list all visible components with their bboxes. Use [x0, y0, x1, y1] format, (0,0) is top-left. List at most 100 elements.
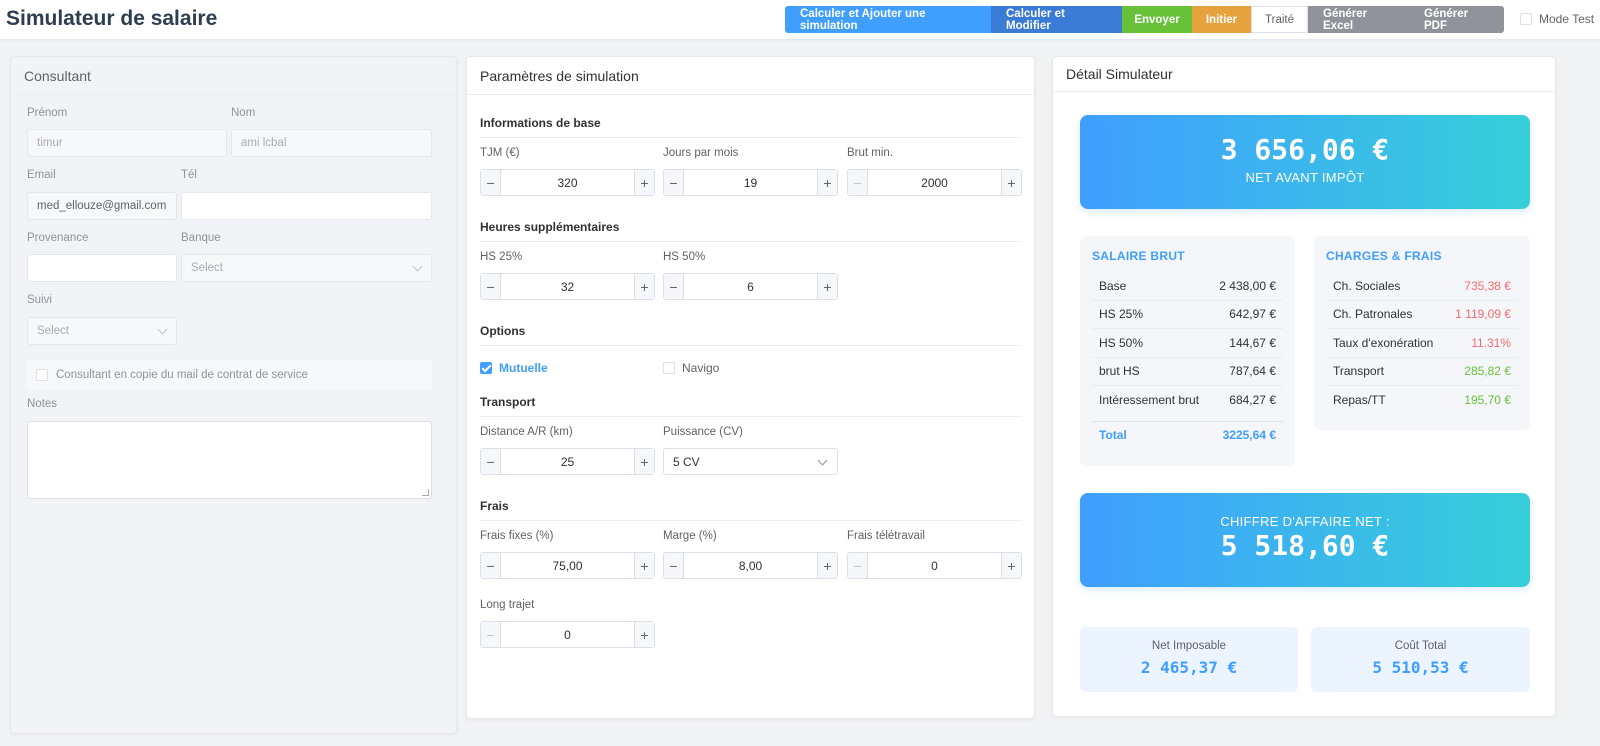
frais-teletravail-value[interactable]: 0 [868, 553, 1001, 578]
section-frais-title: Frais [480, 499, 1022, 521]
long-trajet-stepper[interactable]: −0 + [480, 621, 655, 648]
tjm-value[interactable]: 320 [501, 170, 634, 195]
brut-row: HS 25% 642,97 € [1092, 301, 1283, 329]
minus-icon[interactable]: − [481, 449, 501, 474]
tel-input[interactable] [181, 192, 432, 220]
brut-row-value: 144,67 € [1229, 335, 1276, 350]
plus-icon[interactable]: + [634, 170, 654, 195]
frais-teletravail-label: Frais télétravail [847, 530, 925, 542]
minus-icon[interactable]: − [664, 553, 684, 578]
frais-teletravail-stepper[interactable]: −0 + [847, 552, 1022, 579]
jours-label: Jours par mois [663, 147, 739, 159]
notes-textarea[interactable] [27, 421, 432, 499]
plus-icon[interactable]: + [1001, 170, 1021, 195]
charges-row-value: 1 119,09 € [1455, 307, 1511, 322]
brut-row: brut HS 787,64 € [1092, 358, 1283, 386]
consultant-copy-option[interactable]: Consultant en copie du mail de contrat d… [27, 360, 432, 390]
tjm-stepper[interactable]: −320 + [480, 169, 655, 196]
prenom-input[interactable]: timur [27, 129, 227, 157]
minus-icon[interactable]: − [481, 622, 501, 647]
plus-icon[interactable]: + [817, 274, 837, 299]
net-imposable-card: Net Imposable 2 465,37 € [1080, 627, 1298, 692]
brut-min-stepper[interactable]: −2000 + [847, 169, 1022, 196]
chevron-down-icon [157, 324, 168, 335]
marge-value[interactable]: 8,00 [684, 553, 817, 578]
calculate-modify-button[interactable]: Calculer et Modifier [991, 6, 1122, 33]
hs25-value[interactable]: 32 [501, 274, 634, 299]
puissance-value: 5 CV [673, 454, 700, 469]
navigo-checkbox[interactable] [663, 362, 675, 374]
charges-row: Repas/TT 195,70 € [1326, 386, 1518, 415]
brut-row: HS 50% 144,67 € [1092, 329, 1283, 358]
minus-icon[interactable]: − [664, 274, 684, 299]
page-title: Simulateur de salaire [6, 7, 218, 30]
generate-pdf-button[interactable]: Générer PDF [1409, 6, 1504, 33]
minus-icon[interactable]: − [664, 170, 684, 195]
minus-icon[interactable]: − [481, 170, 501, 195]
mutuelle-option[interactable]: Mutuelle [480, 361, 548, 375]
plus-icon[interactable]: + [817, 553, 837, 578]
provenance-input[interactable] [27, 254, 177, 282]
calculate-add-button[interactable]: Calculer et Ajouter une simulation [785, 6, 991, 33]
top-bar: Simulateur de salaire Calculer et Ajoute… [0, 0, 1600, 40]
puissance-select[interactable]: 5 CV [663, 448, 838, 475]
section-base-title: Informations de base [480, 116, 1022, 138]
brut-row: Intéressement brut 684,27 € [1092, 386, 1283, 415]
mutuelle-checkbox[interactable] [480, 362, 492, 374]
mode-test-checkbox[interactable] [1520, 13, 1532, 25]
plus-icon[interactable]: + [634, 553, 654, 578]
treated-button[interactable]: Traité [1251, 6, 1308, 33]
consultant-copy-checkbox[interactable] [36, 369, 48, 381]
plus-icon[interactable]: + [634, 274, 654, 299]
mode-test-label: Mode Test [1539, 12, 1595, 26]
plus-icon[interactable]: + [1001, 553, 1021, 578]
jours-value[interactable]: 19 [684, 170, 817, 195]
plus-icon[interactable]: + [634, 622, 654, 647]
frais-fixes-value[interactable]: 75,00 [501, 553, 634, 578]
minus-icon[interactable]: − [848, 170, 868, 195]
action-buttons: Calculer et Ajouter une simulation Calcu… [785, 6, 1504, 33]
provenance-label: Provenance [27, 232, 89, 244]
salaire-brut-title: SALAIRE BRUT [1092, 249, 1185, 263]
long-trajet-label: Long trajet [480, 599, 535, 611]
hs50-stepper[interactable]: −6 + [663, 273, 838, 300]
minus-icon[interactable]: − [481, 274, 501, 299]
plus-icon[interactable]: + [634, 449, 654, 474]
navigo-option[interactable]: Navigo [663, 361, 719, 375]
long-trajet-value[interactable]: 0 [501, 622, 634, 647]
distance-stepper[interactable]: −25 + [480, 448, 655, 475]
hs25-stepper[interactable]: −32 + [480, 273, 655, 300]
net-imposable-value: 2 465,37 € [1140, 658, 1238, 677]
banque-label: Banque [181, 232, 221, 244]
minus-icon[interactable]: − [481, 553, 501, 578]
init-button[interactable]: Initier [1192, 6, 1251, 33]
salaire-brut-card: SALAIRE BRUT Base 2 438,00 € HS 25% 642,97… [1080, 236, 1295, 466]
consultant-panel-title: Consultant [11, 57, 456, 95]
simulation-params-panel: Paramètres de simulation Informations de… [466, 56, 1035, 719]
charges-row-label: Ch. Sociales [1333, 278, 1401, 293]
brut-min-value[interactable]: 2000 [868, 170, 1001, 195]
section-transport-title: Transport [480, 395, 1022, 417]
jours-stepper[interactable]: −19 + [663, 169, 838, 196]
suivi-select[interactable]: Select [27, 317, 177, 345]
frais-fixes-stepper[interactable]: −75,00 + [480, 552, 655, 579]
brut-row-value: 2 438,00 € [1219, 278, 1276, 293]
banque-select[interactable]: Select [181, 254, 432, 282]
send-button[interactable]: Envoyer [1122, 6, 1192, 33]
hs50-value[interactable]: 6 [684, 274, 817, 299]
email-input[interactable]: med_ellouze@gmail.com [27, 192, 177, 220]
tjm-label: TJM (€) [480, 147, 520, 159]
mode-test-toggle[interactable]: Mode Test [1520, 12, 1594, 26]
chevron-down-icon [817, 455, 828, 466]
charges-row-label: Transport [1333, 364, 1384, 379]
brut-row: Base 2 438,00 € [1092, 272, 1283, 301]
distance-value[interactable]: 25 [501, 449, 634, 474]
marge-stepper[interactable]: −8,00 + [663, 552, 838, 579]
plus-icon[interactable]: + [817, 170, 837, 195]
charges-row-value: 735,38 € [1464, 278, 1511, 293]
minus-icon[interactable]: − [848, 553, 868, 578]
generate-excel-button[interactable]: Générer Excel [1308, 6, 1409, 33]
charges-row-value: 195,70 € [1464, 393, 1511, 408]
nom-input[interactable]: ami lcbal [231, 129, 432, 157]
charges-row: Ch. Sociales 735,38 € [1326, 272, 1518, 301]
